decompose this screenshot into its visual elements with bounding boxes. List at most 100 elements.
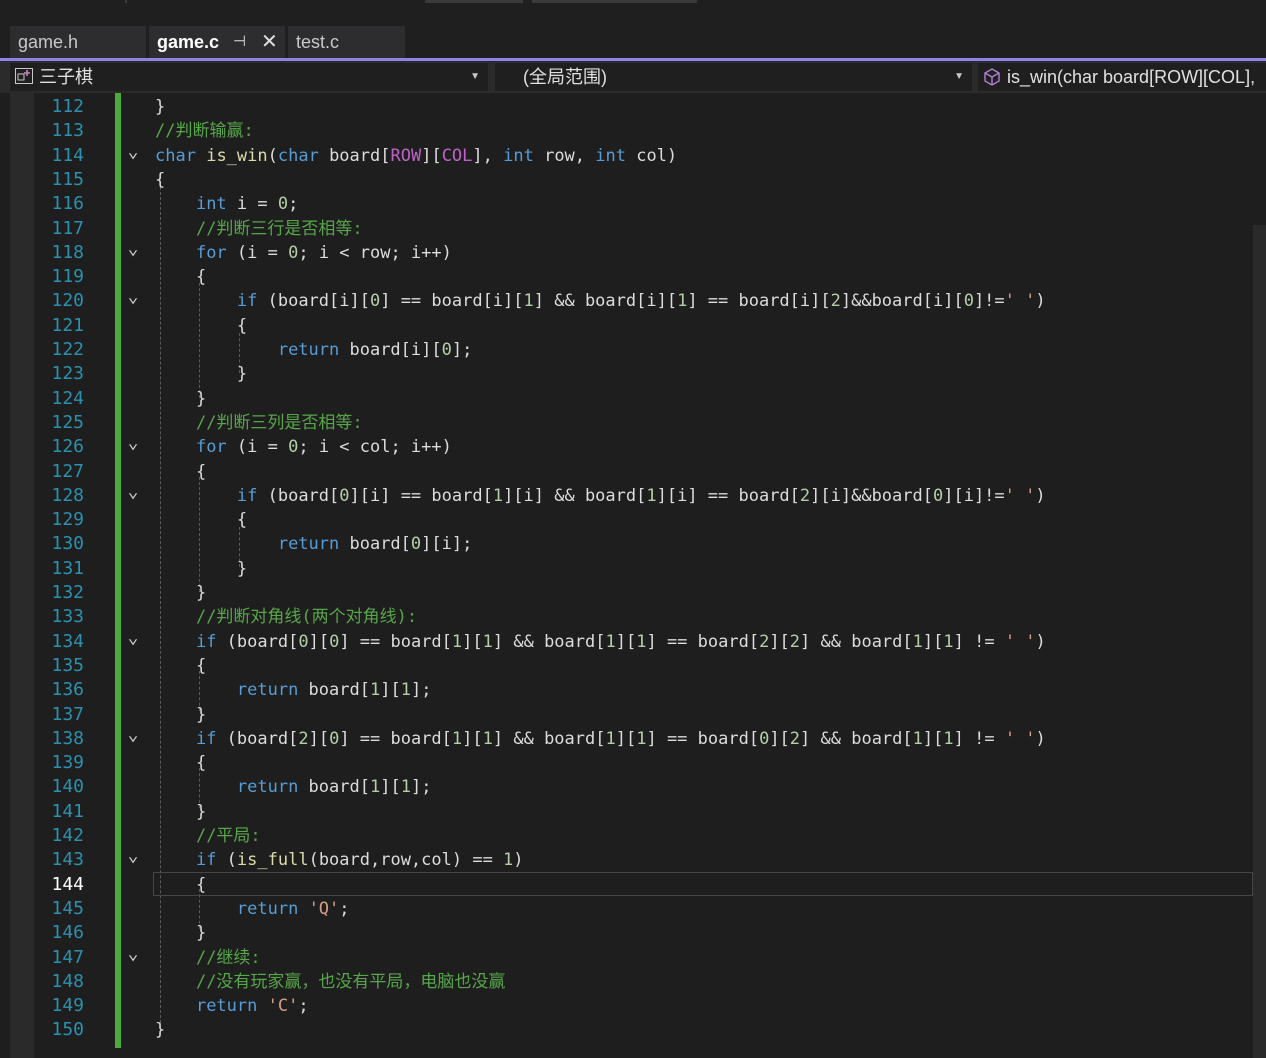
code-line[interactable]: 127 {: [0, 460, 1266, 484]
code-line[interactable]: 124 }: [0, 387, 1266, 411]
line-number: 125: [51, 411, 84, 433]
code-line[interactable]: 116 int i = 0;: [0, 192, 1266, 216]
code-line[interactable]: 135 {: [0, 654, 1266, 678]
code-text: //判断三列是否相等:: [195, 412, 363, 433]
code-line[interactable]: 114 ⌄ char is_win(char board[ROW][COL], in…: [0, 142, 1266, 168]
line-number: 140: [51, 776, 84, 798]
code-text: }: [155, 388, 207, 409]
code-line[interactable]: 126 ⌄ for (i = 0; i < col; i++): [0, 434, 1266, 459]
code-line[interactable]: 140 return board[1][1];: [0, 775, 1266, 799]
fold-chevron-icon[interactable]: ⌄: [125, 847, 141, 872]
code-line[interactable]: 120 ⌄ if (board[i][0] == board[i][1] && b…: [0, 288, 1266, 313]
close-icon[interactable]: ✕: [261, 26, 278, 58]
line-number: 120: [51, 290, 84, 312]
code-line[interactable]: 128 ⌄ if (board[0][i] == board[1][i] && b…: [0, 482, 1266, 508]
code-text: {: [155, 461, 207, 482]
line-number: 117: [51, 217, 84, 239]
code-line[interactable]: 136 return board[1][1];: [0, 678, 1266, 702]
code-line[interactable]: 146 }: [0, 921, 1266, 945]
code-line[interactable]: 125 //判断三列是否相等:: [0, 411, 1266, 435]
fold-chevron-icon[interactable]: ⌄: [125, 482, 141, 508]
project-dropdown[interactable]: 三子棋 ▼: [10, 63, 488, 91]
code-line[interactable]: 129 {: [0, 508, 1266, 532]
code-line[interactable]: 131 }: [0, 557, 1266, 581]
code-text: {: [155, 655, 207, 676]
line-number: 113: [51, 120, 84, 142]
line-number: 141: [51, 800, 84, 822]
fold-chevron-icon[interactable]: ⌄: [125, 434, 141, 459]
code-line[interactable]: 149 return 'C';: [0, 994, 1266, 1018]
fold-chevron-icon[interactable]: ⌄: [125, 628, 141, 654]
code-line[interactable]: 148 //没有玩家赢，也没有平局，电脑也没赢: [0, 970, 1266, 994]
code-line[interactable]: 112}: [0, 95, 1266, 119]
code-text: if (board[i][0] == board[i][1] && board[…: [236, 291, 1046, 312]
document-tab-bar: game.h game.c ⊣ ✕ test.c: [0, 24, 1266, 58]
code-line[interactable]: 130 return board[0][i];: [0, 532, 1266, 556]
line-number: 135: [51, 654, 84, 676]
code-line[interactable]: 115 {: [0, 168, 1266, 192]
code-text: //没有玩家赢，也没有平局，电脑也没赢: [195, 971, 506, 992]
code-line[interactable]: 143 ⌄ if (is_full(board,row,col) == 1): [0, 847, 1266, 872]
code-line[interactable]: 147 ⌄ //继续:: [0, 944, 1266, 970]
code-text: {: [155, 753, 207, 774]
code-line[interactable]: 117 //判断三行是否相等:: [0, 217, 1266, 241]
tab-game-c[interactable]: game.c ⊣ ✕: [149, 26, 285, 58]
line-number: 147: [51, 946, 84, 968]
scope-dropdown[interactable]: (全局范围) ▼: [495, 63, 972, 91]
line-number: 132: [51, 582, 84, 603]
vertical-scrollbar[interactable]: [1253, 225, 1266, 1058]
tab-test-c[interactable]: test.c: [288, 26, 405, 58]
code-line[interactable]: 150}: [0, 1018, 1266, 1042]
code-line[interactable]: 123 }: [0, 362, 1266, 386]
line-number: 134: [51, 630, 84, 652]
code-line[interactable]: 119 {: [0, 265, 1266, 289]
code-text: {: [155, 510, 248, 531]
code-text: }: [155, 97, 166, 117]
code-line[interactable]: 141 }: [0, 800, 1266, 824]
code-text: {: [155, 169, 166, 190]
line-number: 142: [51, 825, 84, 846]
tab-game-h[interactable]: game.h: [10, 26, 146, 58]
code-editor[interactable]: 112} 113//判断输赢: 114 ⌄ char is_win(char board…: [0, 93, 1266, 1058]
code-line[interactable]: 144 {: [0, 873, 1266, 897]
chevron-down-icon: ▼: [470, 71, 480, 82]
code-text: return 'Q';: [236, 898, 350, 919]
line-number: 137: [51, 703, 84, 725]
fold-chevron-icon[interactable]: ⌄: [125, 142, 141, 168]
fold-chevron-icon[interactable]: ⌄: [125, 725, 141, 751]
code-text: if (board[2][0] == board[1][1] && board[…: [195, 728, 1046, 749]
code-line[interactable]: 142 //平局:: [0, 824, 1266, 848]
pin-icon[interactable]: ⊣: [233, 26, 246, 58]
member-dropdown[interactable]: is_win(char board[ROW][COL],: [978, 63, 1266, 91]
tab-label: test.c: [296, 32, 340, 52]
code-line[interactable]: 121 {: [0, 314, 1266, 338]
code-line[interactable]: 134 ⌄ if (board[0][0] == board[1][1] && b…: [0, 628, 1266, 654]
navigation-bar: 三子棋 ▼ (全局范围) ▼ is_win(char board[ROW][CO…: [0, 61, 1266, 93]
project-name: 三子棋: [39, 67, 93, 87]
code-line[interactable]: 122 return board[i][0];: [0, 338, 1266, 362]
fold-chevron-icon[interactable]: ⌄: [125, 288, 141, 313]
tab-label: game.h: [18, 32, 79, 52]
line-number: 124: [51, 387, 84, 409]
code-text: //判断对角线(两个对角线):: [195, 607, 418, 628]
line-number: 129: [51, 509, 84, 531]
fold-chevron-icon[interactable]: ⌄: [125, 239, 141, 265]
line-number: 123: [51, 363, 84, 385]
code-text: return board[1][1];: [236, 680, 432, 701]
code-line[interactable]: 137 }: [0, 703, 1266, 727]
line-number: 146: [51, 922, 84, 944]
code-line[interactable]: 145 return 'Q';: [0, 897, 1266, 921]
member-name: is_win(char board[ROW][COL],: [1007, 67, 1256, 87]
fold-chevron-icon[interactable]: ⌄: [125, 944, 141, 970]
code-line[interactable]: 113 //判断输赢:: [0, 119, 1266, 143]
code-line[interactable]: 132 }: [0, 581, 1266, 605]
line-number: 130: [51, 533, 84, 555]
line-number: 139: [51, 752, 84, 774]
code-line[interactable]: 133 //判断对角线(两个对角线):: [0, 605, 1266, 629]
line-number: 122: [51, 339, 84, 360]
code-line[interactable]: 139 {: [0, 751, 1266, 775]
code-text: }: [155, 704, 207, 725]
line-number: 144: [51, 873, 84, 895]
code-line[interactable]: 118 ⌄ for (i = 0; i < row; i++): [0, 239, 1266, 265]
code-line[interactable]: 138 ⌄ if (board[2][0] == board[1][1] && b…: [0, 725, 1266, 751]
